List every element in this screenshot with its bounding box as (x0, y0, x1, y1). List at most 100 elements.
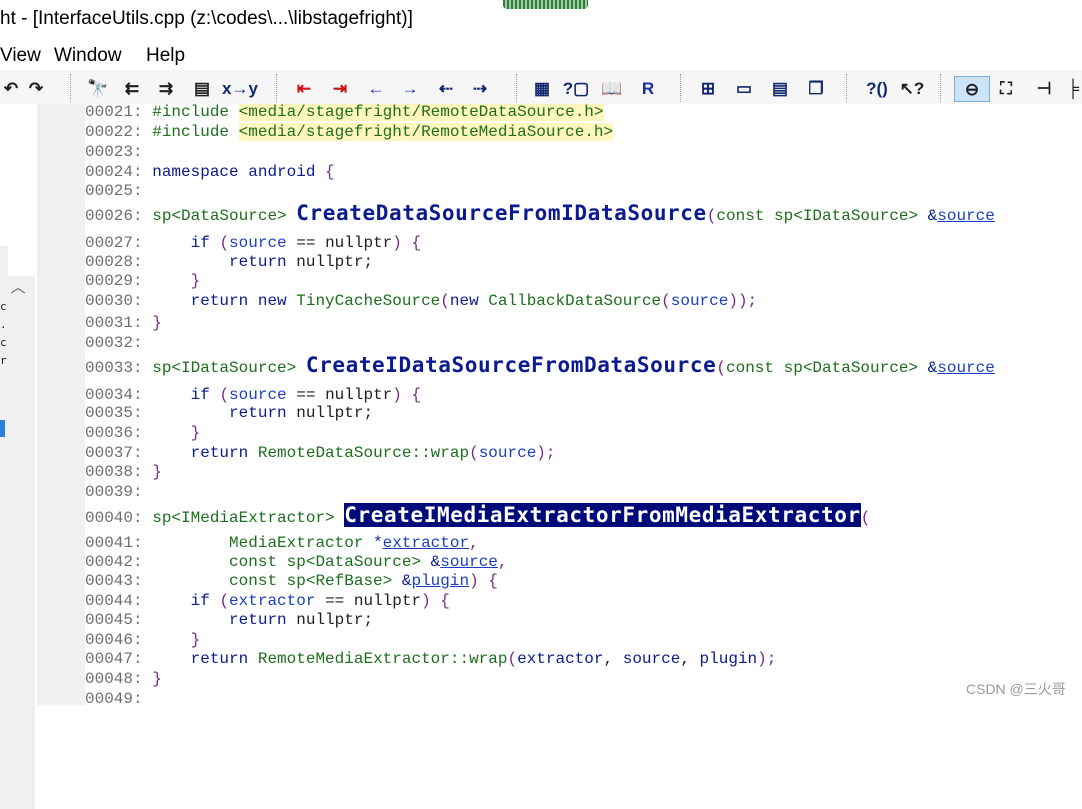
code-token: extractor (517, 650, 604, 668)
function-help-icon[interactable]: ?() (862, 76, 892, 100)
symbol-window-icon[interactable]: ▦ (528, 76, 556, 100)
line-number: 00042: (85, 553, 153, 571)
menu-window[interactable]: Window (54, 45, 122, 67)
code-token: namespace android (152, 163, 326, 181)
code-line: 00034: if (source == nullptr) { (85, 386, 421, 405)
toolbar-separator (846, 74, 849, 102)
line-number: 00039: (85, 483, 153, 501)
code-token: return (229, 253, 297, 271)
menu-help[interactable]: Help (146, 45, 185, 67)
layout-panel-icon[interactable]: ▭ (730, 76, 758, 100)
code-token: } (152, 670, 162, 688)
context-help-icon[interactable]: ?▢ (562, 76, 590, 100)
lookup-active-icon[interactable]: ⊖ (954, 76, 990, 102)
code-line: 00026: sp<DataSource> CreateDataSourceFr… (85, 201, 995, 226)
code-token: return (229, 404, 297, 422)
tree-icon[interactable]: ⊣ (1030, 76, 1058, 100)
redo-icon[interactable]: ↷ (24, 76, 48, 100)
menu-view[interactable]: View (0, 45, 41, 67)
code-token: } (152, 463, 162, 481)
title-drag-handle[interactable] (503, 0, 588, 9)
side-panel-text: r (0, 354, 7, 367)
code-token: #include (152, 104, 239, 121)
code-line: 00044: if (extractor == nullptr) { (85, 592, 450, 611)
line-number: 00034: (85, 386, 153, 404)
code-line: 00039: (85, 483, 152, 502)
line-number: 00024: (85, 163, 153, 181)
code-line: 00032: (85, 334, 152, 353)
relation-icon[interactable]: R (634, 76, 662, 100)
bookmark-next-icon[interactable]: ⇥ (326, 76, 354, 100)
function-name[interactable]: CreateIMediaExtractorFromMediaExtractor (344, 503, 861, 527)
code-token: <media/stagefright/RemoteDataSource.h> (238, 104, 604, 121)
find-next-icon[interactable]: ⇉ (152, 76, 180, 100)
function-name[interactable]: CreateDataSourceFromIDataSource (296, 201, 707, 225)
code-editor[interactable]: 00021: #include <media/stagefright/Remot… (85, 104, 1082, 705)
code-token: if (190, 592, 220, 610)
code-token: source (622, 650, 681, 668)
more-icon[interactable]: ╞ (1064, 76, 1082, 100)
find-prev-icon[interactable]: ⇇ (118, 76, 146, 100)
side-panel: ︿ c . c r (0, 104, 38, 809)
line-number: 00045: (85, 611, 153, 629)
jump-next-icon[interactable]: ⇢ (466, 76, 494, 100)
bookmark-prev-icon[interactable]: ⇤ (290, 76, 318, 100)
code-line: 00047: return RemoteMediaExtractor::wrap… (85, 650, 776, 669)
code-token: ( (661, 292, 671, 310)
toolbar-separator (276, 74, 279, 102)
code-line: 00023: (85, 143, 152, 162)
nav-forward-icon[interactable]: → (398, 76, 422, 100)
frame-icon[interactable]: ⛶ (992, 76, 1020, 100)
code-token: , (680, 650, 700, 668)
scroll-up-icon[interactable]: ︿ (8, 276, 28, 296)
code-token: } (190, 424, 201, 442)
side-panel-selection[interactable] (0, 420, 5, 437)
side-panel-scrollbar[interactable] (8, 276, 35, 809)
code-token: #include (152, 123, 239, 141)
code-token: , (469, 534, 479, 552)
line-number: 00025: (85, 182, 153, 200)
layout-cascade-icon[interactable]: ❐ (802, 76, 830, 100)
code-token: TinyCacheSource (296, 292, 441, 310)
toolbar: ↶ ↷ 🔭 ⇇ ⇉ ▤ x→y ⇤ ⇥ ← → ⇠ ⇢ ▦ ?▢ 📖 R ⊞ ▭ ▤ ❐ ?() ↖? ⊖ ⛶ ⊣ ╞ (0, 70, 1082, 105)
code-token: ( (706, 207, 717, 225)
function-name[interactable]: CreateIDataSourceFromDataSource (306, 353, 717, 377)
book-icon[interactable]: 📖 (598, 76, 626, 100)
code-token: , (497, 553, 508, 571)
undo-icon[interactable]: ↶ (0, 76, 22, 100)
jump-prev-icon[interactable]: ⇠ (432, 76, 460, 100)
code-token: ( (507, 650, 518, 668)
toolbar-separator (70, 74, 73, 102)
side-panel-text: c (0, 300, 7, 313)
code-token: } (190, 631, 201, 649)
code-token: ( (440, 292, 450, 310)
code-line: 00027: if (source == nullptr) { (85, 234, 421, 253)
replace-icon[interactable]: x→y (222, 76, 258, 100)
code-line: 00036: } (85, 424, 200, 443)
code-token: ) { (392, 234, 422, 252)
code-token: * (373, 534, 383, 552)
line-number: 00033: (85, 359, 153, 377)
code-token: plugin (411, 572, 470, 590)
find-binoculars-icon[interactable]: 🔭 (84, 76, 112, 100)
pointer-help-icon[interactable]: ↖? (898, 76, 926, 100)
code-line: 00048: } (85, 670, 162, 689)
nav-back-icon[interactable]: ← (364, 76, 388, 100)
find-in-files-icon[interactable]: ▤ (188, 76, 216, 100)
code-token: ) { (469, 572, 498, 590)
layout-split-icon[interactable]: ▤ (766, 76, 794, 100)
code-token: if (190, 234, 220, 252)
code-token: { (325, 163, 335, 181)
code-line: 00045: return nullptr; (85, 611, 373, 630)
code-line: 00029: } (85, 272, 200, 291)
code-token: == nullptr (286, 234, 393, 252)
code-line: 00022: #include <media/stagefright/Remot… (85, 123, 614, 142)
layout-grid-icon[interactable]: ⊞ (694, 76, 722, 100)
